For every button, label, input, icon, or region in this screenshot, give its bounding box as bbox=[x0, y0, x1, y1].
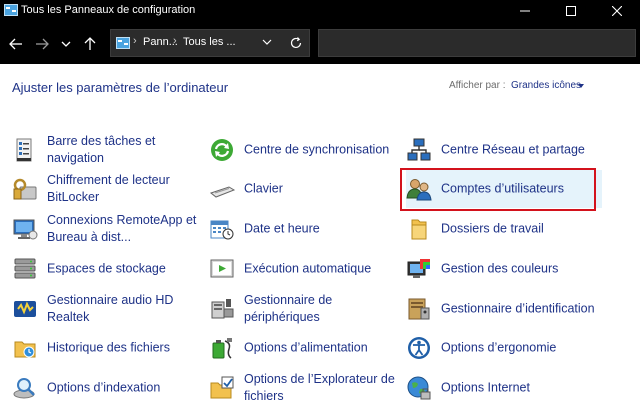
item-label: Options d’ergonomie bbox=[441, 340, 557, 355]
breadcrumb-item[interactable]: Tous les ... bbox=[183, 36, 236, 48]
minimize-button[interactable] bbox=[502, 0, 548, 22]
breadcrumb-separator-icon: › bbox=[173, 35, 177, 47]
item-label: Connexions RemoteApp et Bureau à dist... bbox=[47, 213, 197, 244]
maximize-icon bbox=[566, 6, 576, 16]
credential-manager-icon bbox=[408, 298, 430, 320]
item-sync-center[interactable]: Centre de synchronisation bbox=[209, 131, 405, 169]
file-history-icon bbox=[14, 341, 36, 358]
item-label: Options de l’Explorateur de fichiers bbox=[244, 372, 395, 403]
window-title: Tous les Panneaux de configuration bbox=[21, 4, 196, 16]
item-internet-options[interactable]: Options Internet bbox=[406, 369, 602, 407]
up-button[interactable] bbox=[80, 34, 100, 54]
item-remoteapp[interactable]: Connexions RemoteApp et Bureau à dist... bbox=[12, 210, 208, 248]
color-management-icon bbox=[407, 259, 430, 278]
item-ease-of-access[interactable]: Options d’ergonomie bbox=[406, 329, 602, 367]
title-bar: Tous les Panneaux de configuration bbox=[0, 0, 640, 22]
network-center-icon bbox=[407, 138, 431, 161]
item-label: Gestion des couleurs bbox=[441, 261, 559, 276]
page-title: Ajuster les paramètres de l’ordinateur bbox=[12, 80, 229, 95]
forward-button[interactable] bbox=[32, 34, 52, 54]
item-label: Chiffrement de lecteur BitLocker bbox=[47, 173, 170, 204]
item-work-folders[interactable]: Dossiers de travail bbox=[406, 210, 602, 248]
arrow-up-icon bbox=[84, 37, 96, 50]
close-icon bbox=[612, 6, 622, 16]
item-storage-spaces[interactable]: Espaces de stockage bbox=[12, 250, 208, 288]
storage-spaces-icon bbox=[14, 258, 36, 279]
item-label: Espaces de stockage bbox=[47, 261, 166, 276]
close-button[interactable] bbox=[594, 0, 640, 22]
minimize-icon bbox=[520, 10, 530, 12]
explorer-options-icon bbox=[210, 376, 234, 399]
item-bitlocker[interactable]: Chiffrement de lecteur BitLocker bbox=[12, 170, 208, 208]
sync-center-icon bbox=[211, 139, 233, 161]
address-dropdown-icon[interactable] bbox=[261, 36, 273, 48]
chevron-down-icon bbox=[61, 41, 71, 47]
view-by-dropdown[interactable]: Grandes icônes bbox=[511, 80, 581, 91]
indexing-icon bbox=[13, 378, 35, 399]
remoteapp-icon bbox=[13, 219, 38, 240]
refresh-icon[interactable] bbox=[289, 36, 303, 50]
item-label: Centre de synchronisation bbox=[244, 142, 390, 157]
item-label: Centre Réseau et partage bbox=[441, 142, 585, 157]
item-label: Gestionnaire audio HD Realtek bbox=[47, 293, 174, 324]
control-panel-icon bbox=[116, 37, 130, 49]
search-input[interactable] bbox=[318, 29, 636, 57]
item-credential-manager[interactable]: Gestionnaire d’identification bbox=[406, 290, 602, 328]
item-label: Gestionnaire de périphériques bbox=[244, 293, 333, 324]
highlight-box bbox=[400, 168, 596, 211]
view-by-label: Afficher par : bbox=[449, 80, 506, 91]
item-autoplay[interactable]: Exécution automatique bbox=[209, 250, 405, 288]
item-network-sharing-center[interactable]: Centre Réseau et partage bbox=[406, 131, 602, 169]
realtek-audio-icon bbox=[14, 301, 36, 317]
item-power-options[interactable]: Options d’alimentation bbox=[209, 329, 405, 367]
item-label: Barre des tâches et navigation bbox=[47, 134, 156, 165]
bitlocker-icon bbox=[13, 178, 37, 200]
item-date-time[interactable]: Date et heure bbox=[209, 210, 405, 248]
item-file-history[interactable]: Historique des fichiers bbox=[12, 329, 208, 367]
item-label: Historique des fichiers bbox=[47, 340, 170, 355]
date-time-icon bbox=[210, 220, 234, 240]
autoplay-icon bbox=[210, 259, 234, 278]
arrow-right-icon bbox=[36, 38, 49, 50]
breadcrumb-separator-icon: › bbox=[133, 35, 137, 47]
item-label: Date et heure bbox=[244, 221, 320, 236]
keyboard-icon bbox=[209, 186, 235, 198]
work-folders-icon bbox=[411, 219, 427, 240]
control-panel-icon bbox=[4, 4, 18, 16]
internet-options-icon bbox=[407, 376, 431, 400]
item-label: Exécution automatique bbox=[244, 261, 372, 276]
item-label: Gestionnaire d’identification bbox=[441, 301, 595, 316]
address-bar[interactable]: › Pann... › Tous les ... bbox=[110, 29, 310, 57]
item-keyboard[interactable]: Clavier bbox=[209, 170, 405, 208]
device-manager-icon bbox=[211, 299, 234, 319]
item-label: Options d’alimentation bbox=[244, 340, 368, 355]
item-label: Options Internet bbox=[441, 380, 530, 395]
item-label: Clavier bbox=[244, 181, 283, 196]
recent-locations-button[interactable] bbox=[56, 34, 76, 54]
power-options-icon bbox=[212, 338, 232, 359]
taskbar-icon bbox=[16, 138, 32, 162]
item-indexing-options[interactable]: Options d’indexation bbox=[12, 369, 208, 407]
item-realtek-audio[interactable]: Gestionnaire audio HD Realtek bbox=[12, 290, 208, 328]
back-button[interactable] bbox=[6, 34, 26, 54]
item-taskbar-navigation[interactable]: Barre des tâches et navigation bbox=[12, 131, 208, 169]
navigation-bar: › Pann... › Tous les ... bbox=[0, 22, 640, 64]
caret-down-icon[interactable] bbox=[578, 84, 584, 88]
item-device-manager[interactable]: Gestionnaire de périphériques bbox=[209, 290, 405, 328]
item-label: Dossiers de travail bbox=[441, 221, 544, 236]
item-explorer-options[interactable]: Options de l’Explorateur de fichiers bbox=[209, 369, 405, 407]
maximize-button[interactable] bbox=[548, 0, 594, 22]
item-color-management[interactable]: Gestion des couleurs bbox=[406, 250, 602, 288]
arrow-left-icon bbox=[9, 38, 22, 50]
ease-of-access-icon bbox=[408, 337, 430, 359]
item-label: Options d’indexation bbox=[47, 380, 161, 395]
